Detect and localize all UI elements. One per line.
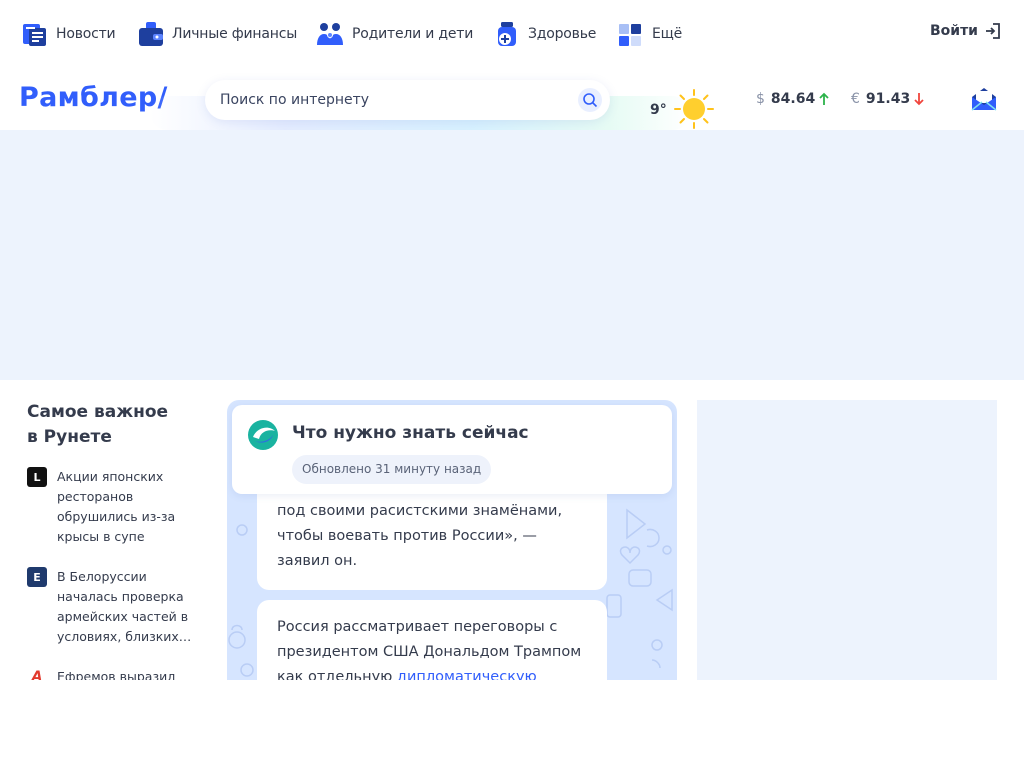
source-logo-icon: E (27, 567, 47, 587)
weather-widget[interactable]: 9° (650, 89, 715, 130)
wallet-icon (138, 21, 164, 47)
sidebar-title-line2: в Рунете (27, 427, 112, 447)
feed-logo-icon (248, 420, 278, 450)
search-box (205, 80, 610, 120)
grid-icon (618, 21, 644, 47)
header-bar: Рамблер/ 9° $ 84.64 € 91.43 (0, 68, 1024, 130)
nav-item-health[interactable]: Здоровье (494, 20, 596, 48)
feed-title: Что нужно знать сейчас (292, 423, 529, 443)
feed-updated-badge: Обновлено 31 минуту назад (292, 455, 492, 484)
feed-card-text: под своими расистскими знамёнами, чтобы … (277, 503, 563, 569)
family-icon (316, 21, 344, 47)
newspaper-icon (22, 21, 48, 47)
top-navigation: Новости Личные финансы Родители и дети З… (0, 0, 1024, 68)
medicine-icon (494, 21, 520, 47)
sidebar-title: Самое важное в Рунете (27, 400, 207, 450)
rate-value: 91.43 (865, 91, 911, 107)
login-button[interactable]: Войти (930, 22, 1002, 40)
search-input[interactable] (220, 80, 570, 120)
news-feed: Что нужно знать сейчас Обновлено 31 мину… (227, 400, 677, 680)
arrow-down-icon (914, 93, 924, 106)
weather-temp: 9° (650, 102, 667, 118)
currency-symbol: € (851, 91, 860, 107)
login-icon (984, 22, 1002, 40)
sidebar-news-item[interactable]: E В Белоруссии началась проверка армейск… (27, 567, 207, 647)
nav-item-news[interactable]: Новости (22, 20, 116, 48)
search-button[interactable] (578, 88, 602, 112)
mail-icon[interactable] (970, 86, 998, 112)
eur-rate[interactable]: € 91.43 (851, 91, 925, 107)
sidebar-title-line1: Самое важное (27, 402, 169, 422)
nav-item-parents[interactable]: Родители и дети (316, 20, 473, 48)
rambler-logo[interactable]: Рамблер/ (19, 82, 168, 113)
search-icon (583, 93, 598, 108)
nav-item-label: Ещё (652, 26, 683, 42)
nav-item-more[interactable]: Ещё (618, 20, 682, 48)
nav-item-finance[interactable]: Личные финансы (138, 20, 297, 48)
sidebar-news-item[interactable]: A Ефремов выразил (27, 667, 207, 680)
top-news-sidebar: Самое важное в Рунете L Акции японских р… (27, 400, 207, 680)
ad-banner (0, 130, 1024, 380)
news-text: Акции японских ресторанов обрушились из-… (57, 469, 176, 544)
ad-right (697, 400, 997, 680)
nav-item-label: Новости (56, 26, 116, 42)
rate-value: 84.64 (770, 91, 816, 107)
nav-item-label: Здоровье (528, 26, 597, 42)
sidebar-news-item[interactable]: L Акции японских ресторанов обрушились и… (27, 467, 207, 547)
currency-symbol: $ (756, 91, 765, 107)
login-label: Войти (929, 23, 978, 39)
nav-item-label: Родители и дети (352, 26, 474, 42)
feed-card[interactable]: Россия рассматривает переговоры с презид… (257, 600, 607, 680)
source-logo-icon: L (27, 467, 47, 487)
source-logo-icon: A (31, 669, 43, 680)
feed-header: Что нужно знать сейчас Обновлено 31 мину… (232, 405, 672, 494)
usd-rate[interactable]: $ 84.64 (756, 91, 830, 107)
nav-item-label: Личные финансы (172, 26, 298, 42)
sun-icon (673, 89, 714, 129)
arrow-up-icon (819, 92, 829, 105)
news-text: В Белоруссии началась проверка армейских… (57, 569, 192, 644)
news-text: Ефремов выразил (57, 669, 176, 680)
